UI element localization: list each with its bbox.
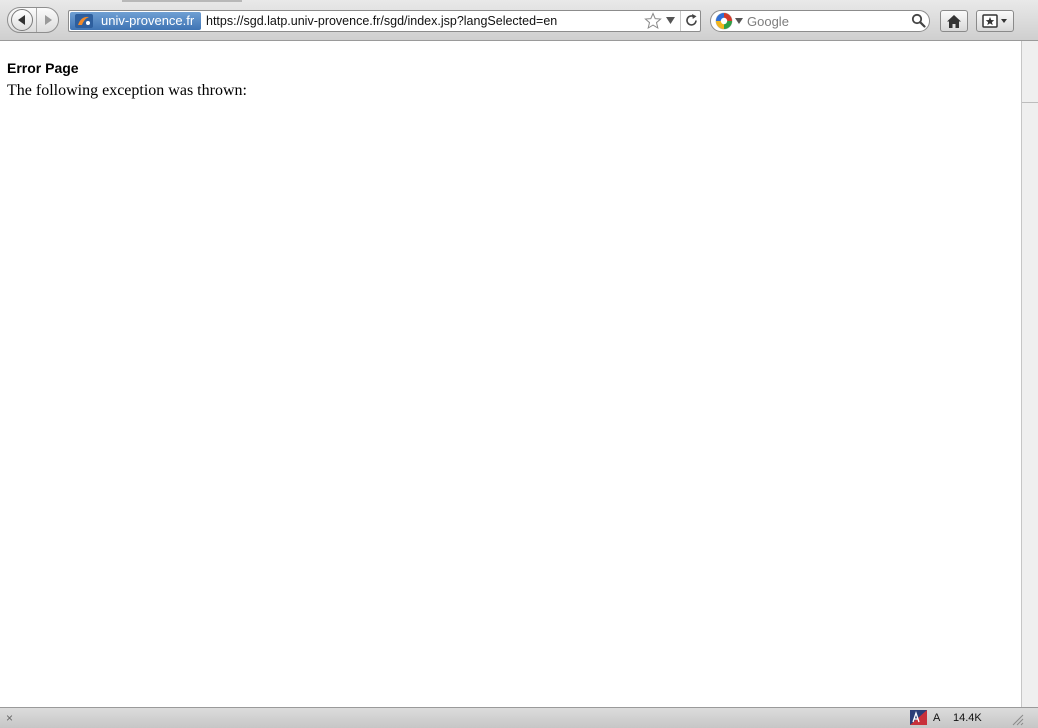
- url-text[interactable]: https://sgd.latp.univ-provence.fr/sgd/in…: [206, 11, 557, 31]
- chevron-down-icon[interactable]: [666, 16, 675, 25]
- page-content: Error Page The following exception was t…: [0, 41, 1021, 707]
- site-identity-button[interactable]: univ-provence.fr: [70, 12, 201, 30]
- back-button[interactable]: [8, 8, 37, 32]
- home-button[interactable]: [940, 10, 968, 32]
- site-identity-label: univ-provence.fr: [101, 13, 195, 28]
- reload-icon[interactable]: [684, 13, 699, 28]
- browser-toolbar: univ-provence.fr https://sgd.latp.univ-p…: [0, 0, 1038, 41]
- search-engine-menu-icon[interactable]: [735, 17, 743, 25]
- google-icon[interactable]: [715, 12, 733, 30]
- search-bar[interactable]: [710, 10, 930, 32]
- forward-button[interactable]: [37, 8, 58, 32]
- url-divider: [680, 11, 681, 31]
- tab-strip-edge: [122, 0, 242, 2]
- star-icon[interactable]: [644, 12, 662, 30]
- page-size-label: 14.4K: [953, 712, 982, 724]
- scrollbar-gutter[interactable]: [1021, 41, 1038, 707]
- site-favicon: [75, 14, 93, 28]
- exception-message: The following exception was thrown:: [7, 82, 247, 99]
- gutter-divider: [1022, 102, 1038, 103]
- search-icon[interactable]: [911, 13, 926, 28]
- page-title: Error Page: [7, 60, 79, 76]
- status-indicator: A: [933, 712, 941, 724]
- forward-arrow-icon: [44, 15, 52, 25]
- address-bar[interactable]: univ-provence.fr https://sgd.latp.univ-p…: [68, 10, 701, 32]
- bookmarks-icon: [982, 14, 1007, 28]
- back-arrow-icon: [18, 15, 25, 25]
- bookmarks-menu-button[interactable]: [976, 10, 1014, 32]
- search-input[interactable]: [747, 11, 907, 31]
- status-bar: × A 14.4K: [0, 707, 1038, 728]
- addon-status-icon[interactable]: [910, 710, 927, 725]
- close-status-icon[interactable]: ×: [6, 710, 13, 726]
- home-icon: [947, 14, 961, 28]
- nav-buttons: [7, 7, 59, 33]
- resize-grip-icon[interactable]: [1010, 712, 1024, 726]
